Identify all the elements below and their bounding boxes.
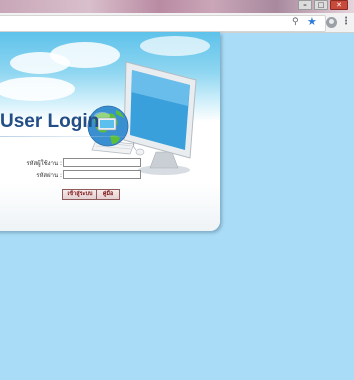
password-label: รหัสผ่าน : bbox=[36, 172, 62, 179]
menu-icon[interactable]: ⋮ bbox=[341, 16, 351, 28]
manual-button[interactable]: คู่มือ bbox=[96, 189, 120, 200]
username-field[interactable] bbox=[63, 158, 141, 167]
window-controls: – □ ✕ bbox=[298, 0, 348, 10]
login-panel: User Login รหัสผู้ใช้งาน : รหัสผ่าน : เข… bbox=[0, 32, 220, 231]
key-icon[interactable]: ⚲ bbox=[292, 16, 299, 28]
browser-toolbar: ⚲ ★ ⋮ bbox=[0, 13, 354, 33]
star-icon[interactable]: ★ bbox=[307, 16, 317, 28]
page-title: User Login bbox=[0, 111, 100, 132]
maximize-button[interactable]: □ bbox=[314, 0, 328, 10]
address-bar[interactable] bbox=[0, 15, 326, 32]
browser-title-bar: – □ ✕ bbox=[0, 0, 354, 13]
username-label: รหัสผู้ใช้งาน : bbox=[26, 160, 62, 167]
minimize-button[interactable]: – bbox=[298, 0, 312, 10]
close-button[interactable]: ✕ bbox=[330, 0, 348, 10]
profile-icon[interactable] bbox=[326, 17, 337, 28]
password-field[interactable] bbox=[63, 170, 141, 179]
login-button[interactable]: เข้าสู่ระบบ bbox=[62, 189, 98, 200]
title-divider bbox=[0, 136, 140, 137]
